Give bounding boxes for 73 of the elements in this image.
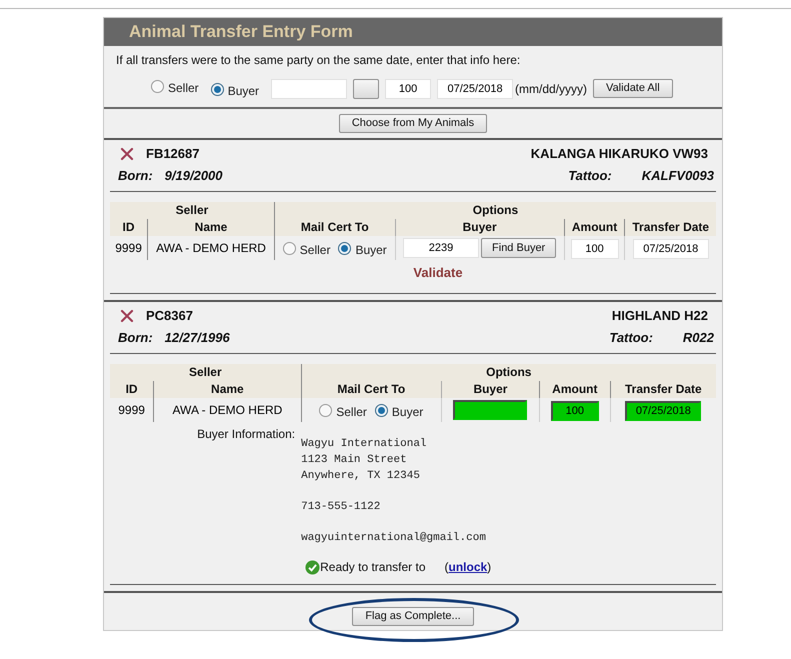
table-cell: 9999 (110, 236, 148, 260)
column-header: Transfer Date (624, 219, 716, 236)
check-icon (305, 560, 320, 574)
radio-label: Seller (168, 80, 199, 97)
date-field[interactable]: 07/25/2018 (632, 239, 709, 259)
column-header: Mail Cert To (274, 219, 396, 236)
validate-all-button[interactable]: Validate All (593, 79, 673, 98)
radio-button[interactable] (282, 242, 296, 254)
date-format-hint: (mm/dd/yyyy) (515, 80, 588, 98)
column-header: ID (110, 219, 148, 236)
lookup-button[interactable] (353, 78, 380, 98)
status-text: Ready to transfer to (320, 559, 426, 576)
radio-button[interactable] (338, 242, 352, 254)
buyer-info-label: Buyer Information: (197, 427, 296, 441)
table-cell: 9999 (110, 398, 154, 422)
column-group-header: Options (274, 202, 716, 219)
radio-button[interactable] (374, 404, 388, 416)
column-header: ID (110, 381, 154, 398)
column-group-header: Seller (110, 364, 302, 381)
validate-link[interactable]: Validate (413, 265, 463, 280)
column-header: Buyer (441, 381, 540, 398)
column-group-header: Seller (110, 202, 274, 219)
unlock-link[interactable]: unlock (448, 560, 488, 574)
table-cell: AWA - DEMO HERD (154, 398, 302, 422)
born-label: Born: (118, 328, 153, 346)
radio-button[interactable] (210, 82, 224, 96)
tattoo-label: Tattoo: (568, 166, 612, 184)
radio-label: Buyer (355, 242, 387, 258)
animal-id: PC8367 (146, 307, 193, 325)
form-title: Animal Transfer Entry Form (129, 21, 353, 44)
date-field[interactable]: 07/25/2018 (625, 401, 702, 421)
column-header: Name (154, 381, 302, 398)
column-header: Name (148, 219, 274, 236)
buyer-field[interactable] (453, 400, 528, 420)
amount-field[interactable]: 100 (570, 239, 619, 259)
animal-name: HIGHLAND H22 (612, 307, 708, 325)
amount-field[interactable]: 100 (550, 401, 599, 421)
table-cell: AWA - DEMO HERD (148, 236, 274, 260)
tattoo-label: Tattoo: (609, 328, 653, 346)
radio-button[interactable] (151, 80, 164, 93)
tattoo-value: KALFV0093 (642, 166, 714, 184)
animal-id: FB12687 (146, 145, 200, 163)
animal-name: KALANGA HIKARUKO VW93 (530, 145, 708, 163)
column-header: Transfer Date (610, 381, 716, 398)
remove-icon[interactable] (120, 308, 134, 323)
tattoo-value: R022 (682, 328, 714, 346)
amount-field[interactable]: 100 (385, 78, 432, 98)
radio-label: Seller (300, 242, 330, 258)
remove-icon[interactable] (120, 146, 134, 161)
radio-label: Seller (336, 404, 367, 420)
address-line: Wagyu International (301, 437, 427, 452)
flag-complete-button[interactable]: Flag as Complete... (352, 607, 474, 626)
find-buyer-button[interactable]: Find Buyer (481, 238, 556, 258)
phone-number: 713-555-1122 (301, 500, 380, 515)
born-label: Born: (118, 166, 153, 184)
column-header: Amount (539, 381, 610, 398)
choose-animals-button[interactable]: Choose from My Animals (338, 114, 488, 133)
instructions-text: If all transfers were to the same party on the same date, enter that info here: (116, 52, 522, 69)
column-header: Buyer (395, 219, 564, 236)
date-field[interactable]: 07/25/2018 (437, 78, 514, 98)
column-group-header: Options (301, 364, 716, 381)
buyer-field[interactable]: 2239 (403, 238, 480, 258)
column-header: Mail Cert To (301, 381, 442, 398)
column-header: Amount (564, 219, 625, 236)
address-line: Anywhere, TX 12345 (301, 469, 420, 484)
radio-label: Buyer (228, 82, 260, 100)
radio-button[interactable] (319, 404, 332, 416)
email-address: wagyuinternational@gmail.com (301, 531, 486, 546)
address-line: 1123 Main Street (301, 453, 407, 468)
born-date: 12/27/1996 (164, 328, 230, 346)
radio-label: Buyer (392, 404, 424, 420)
unlock-note: (unlock) (444, 559, 492, 576)
born-date: 9/19/2000 (164, 166, 223, 184)
